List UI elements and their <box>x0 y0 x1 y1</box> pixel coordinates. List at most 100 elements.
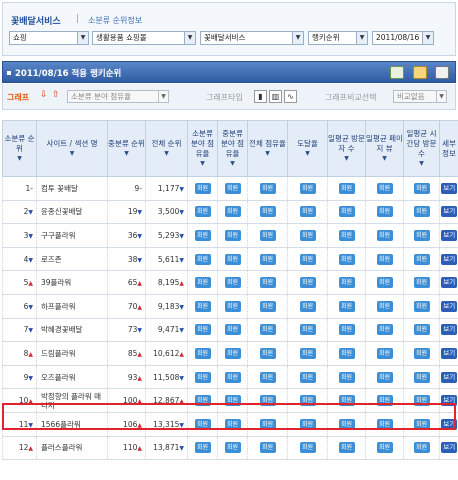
member-only-badge[interactable]: 회원 <box>224 395 241 407</box>
detail-cell[interactable]: 보기 <box>439 247 458 272</box>
member-only-badge[interactable]: 회원 <box>259 300 276 312</box>
member-only-badge[interactable]: 회원 <box>224 253 241 265</box>
member-only-badge[interactable]: 회원 <box>376 253 393 265</box>
line-chart-icon[interactable]: ∿ <box>284 90 297 103</box>
print-icon[interactable] <box>435 66 449 79</box>
member-only-badge[interactable]: 회원 <box>194 300 211 312</box>
member-only-badge[interactable]: 회원 <box>299 371 316 383</box>
sort-icon[interactable]: ▼ <box>3 154 36 164</box>
member-only-badge[interactable]: 회원 <box>194 418 211 430</box>
member-only-badge[interactable]: 회원 <box>413 347 430 359</box>
member-only-badge[interactable]: 회원 <box>413 442 430 454</box>
sort-icon[interactable]: ▼ <box>404 159 439 169</box>
member-only-badge[interactable]: 회원 <box>413 182 430 194</box>
member-cell[interactable]: 회원 <box>247 412 288 437</box>
member-only-badge[interactable]: 회원 <box>259 442 276 454</box>
member-only-badge[interactable]: 회원 <box>259 253 276 265</box>
member-only-badge[interactable]: 회원 <box>338 347 355 359</box>
member-only-badge[interactable]: 회원 <box>194 324 211 336</box>
member-cell[interactable]: 회원 <box>327 318 366 343</box>
view-detail-button[interactable]: 보기 <box>441 442 458 454</box>
col-sub-share[interactable]: 소분류 분야 점유율 ▼ <box>187 120 218 177</box>
member-only-badge[interactable]: 회원 <box>338 442 355 454</box>
member-only-badge[interactable]: 회원 <box>194 206 211 218</box>
site-cell[interactable]: 드림플라워 <box>36 341 108 366</box>
member-only-badge[interactable]: 회원 <box>224 371 241 383</box>
col-daily-pageviews[interactable]: 일평균 페이지 뷰 ▼ <box>365 120 404 177</box>
excel-icon[interactable] <box>390 66 404 79</box>
member-only-badge[interactable]: 회원 <box>338 300 355 312</box>
member-cell[interactable]: 회원 <box>287 247 328 272</box>
member-only-badge[interactable]: 회원 <box>259 182 276 194</box>
view-detail-button[interactable]: 보기 <box>441 253 458 265</box>
member-cell[interactable]: 회원 <box>217 341 248 366</box>
member-cell[interactable]: 회원 <box>287 412 328 437</box>
member-only-badge[interactable]: 회원 <box>338 418 355 430</box>
member-cell[interactable]: 회원 <box>365 176 404 201</box>
site-cell[interactable]: 윤종신꽃배달 <box>36 200 108 225</box>
member-only-badge[interactable]: 회원 <box>376 442 393 454</box>
detail-cell[interactable]: 보기 <box>439 412 458 437</box>
detail-cell[interactable]: 보기 <box>439 365 458 390</box>
member-cell[interactable]: 회원 <box>403 270 440 295</box>
member-only-badge[interactable]: 회원 <box>376 418 393 430</box>
site-cell[interactable]: 오즈플라워 <box>36 365 108 390</box>
member-cell[interactable]: 회원 <box>217 436 248 461</box>
member-cell[interactable]: 회원 <box>403 436 440 461</box>
member-cell[interactable]: 회원 <box>287 200 328 225</box>
member-only-badge[interactable]: 회원 <box>224 418 241 430</box>
member-cell[interactable]: 회원 <box>327 341 366 366</box>
member-cell[interactable]: 회원 <box>365 412 404 437</box>
member-cell[interactable]: 회원 <box>365 247 404 272</box>
member-cell[interactable]: 회원 <box>287 365 328 390</box>
member-cell[interactable]: 회원 <box>217 270 248 295</box>
site-cell[interactable]: 박정향의 플라워 매니저 <box>36 388 108 413</box>
member-cell[interactable]: 회원 <box>327 223 366 248</box>
member-cell[interactable]: 회원 <box>247 270 288 295</box>
member-cell[interactable]: 회원 <box>247 388 288 413</box>
view-detail-button[interactable]: 보기 <box>441 300 458 312</box>
member-only-badge[interactable]: 회원 <box>259 347 276 359</box>
member-only-badge[interactable]: 회원 <box>299 229 316 241</box>
member-cell[interactable]: 회원 <box>365 436 404 461</box>
view-detail-button[interactable]: 보기 <box>441 182 458 194</box>
sort-icon[interactable]: ▼ <box>366 154 403 164</box>
member-cell[interactable]: 회원 <box>327 247 366 272</box>
view-detail-button[interactable]: 보기 <box>441 324 458 336</box>
member-cell[interactable]: 회원 <box>287 223 328 248</box>
member-cell[interactable]: 회원 <box>247 200 288 225</box>
detail-cell[interactable]: 보기 <box>439 388 458 413</box>
folder-icon[interactable] <box>413 66 427 79</box>
col-total-share[interactable]: 전체 점유율 ▼ <box>247 120 288 177</box>
member-cell[interactable]: 회원 <box>365 388 404 413</box>
member-only-badge[interactable]: 회원 <box>299 347 316 359</box>
member-cell[interactable]: 회원 <box>403 200 440 225</box>
member-cell[interactable]: 회원 <box>217 412 248 437</box>
sort-icon[interactable]: ▼ <box>108 149 145 159</box>
column-chart-icon[interactable]: ▥ <box>269 90 282 103</box>
member-only-badge[interactable]: 회원 <box>338 206 355 218</box>
member-cell[interactable]: 회원 <box>365 318 404 343</box>
view-detail-button[interactable]: 보기 <box>441 277 458 289</box>
member-cell[interactable]: 회원 <box>327 200 366 225</box>
member-only-badge[interactable]: 회원 <box>299 395 316 407</box>
member-only-badge[interactable]: 회원 <box>376 395 393 407</box>
member-cell[interactable]: 회원 <box>403 223 440 248</box>
member-only-badge[interactable]: 회원 <box>376 300 393 312</box>
member-cell[interactable]: 회원 <box>287 270 328 295</box>
member-cell[interactable]: 회원 <box>365 270 404 295</box>
member-cell[interactable]: 회원 <box>187 270 218 295</box>
member-only-badge[interactable]: 회원 <box>413 300 430 312</box>
view-detail-button[interactable]: 보기 <box>441 206 458 218</box>
member-cell[interactable]: 회원 <box>365 223 404 248</box>
member-cell[interactable]: 회원 <box>403 176 440 201</box>
member-cell[interactable]: 회원 <box>327 270 366 295</box>
member-only-badge[interactable]: 회원 <box>338 371 355 383</box>
member-only-badge[interactable]: 회원 <box>413 229 430 241</box>
member-only-badge[interactable]: 회원 <box>259 395 276 407</box>
member-cell[interactable]: 회원 <box>287 176 328 201</box>
member-only-badge[interactable]: 회원 <box>338 395 355 407</box>
member-only-badge[interactable]: 회원 <box>299 206 316 218</box>
member-only-badge[interactable]: 회원 <box>376 182 393 194</box>
member-only-badge[interactable]: 회원 <box>413 206 430 218</box>
